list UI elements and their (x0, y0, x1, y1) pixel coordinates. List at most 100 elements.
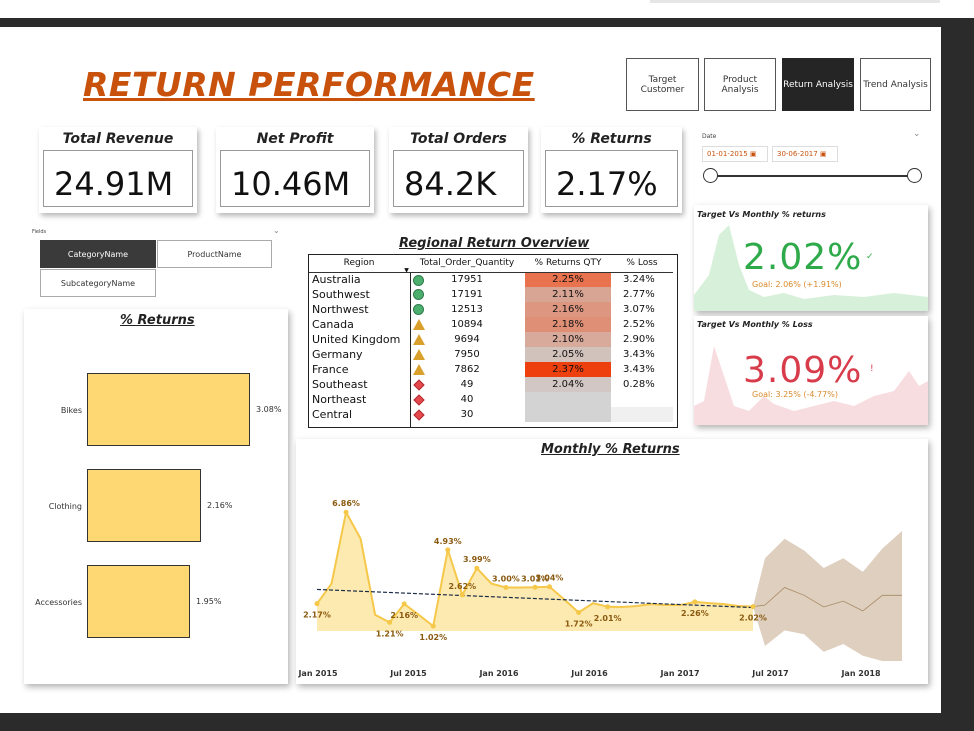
col-header-order-qty[interactable]: Total_Order_Quantity ▼ (404, 255, 525, 274)
x-tick-label: Jul 2016 (570, 669, 608, 678)
kpi-label: % Returns (571, 131, 652, 147)
order-qty-cell: 12513 (409, 302, 525, 317)
table-row[interactable]: Central 30 (309, 407, 673, 422)
panel-title: % Returns (120, 313, 195, 328)
data-label: 3.04% (536, 574, 564, 583)
bar-bikes[interactable] (87, 373, 250, 446)
data-label: 1.21% (376, 629, 404, 638)
returns-qty-cell: 2.18% (525, 317, 611, 332)
order-qty-value: 7862 (454, 364, 480, 375)
data-point (387, 619, 393, 625)
data-point (343, 509, 349, 515)
region-cell: Central (312, 408, 353, 421)
target-returns-value: 2.02% (743, 237, 863, 278)
order-qty-cell: 7862 (409, 362, 525, 377)
kpi-total-orders-card: Total Orders 84.2K (389, 127, 528, 213)
field-chip-productname[interactable]: ProductName (157, 240, 272, 268)
status-diamond-icon (413, 394, 425, 406)
target-returns-goal: Goal: 2.06% (+1.91%) (752, 280, 842, 289)
status-diamond-icon (413, 409, 425, 421)
order-qty-value: 7950 (454, 349, 480, 360)
data-label: 4.93% (434, 537, 462, 546)
table-row[interactable]: France 7862 2.37% 3.43% (309, 362, 673, 377)
order-qty-cell: 10894 (409, 317, 525, 332)
order-qty-value: 10894 (451, 319, 483, 330)
bar-value-label: 2.16% (207, 501, 233, 510)
data-label: 3.00% (492, 575, 520, 584)
nav-target-customer-button[interactable]: Target Customer (626, 58, 699, 111)
loss-cell: 2.77% (623, 289, 655, 300)
table-row[interactable]: Southeast 49 2.04% 0.28% (309, 377, 673, 392)
nav-trend-analysis-button[interactable]: Trend Analysis (860, 58, 931, 111)
chevron-down-icon[interactable]: ⌄ (273, 226, 280, 235)
col-header-region[interactable]: Region (309, 255, 409, 273)
target-returns-card: Target Vs Monthly % returns 2.02% ✓ Goal… (694, 205, 928, 311)
loss-cell: 3.43% (623, 364, 655, 375)
date-end-input[interactable]: 30-06-2017 ▣ (772, 146, 838, 162)
x-tick-label: Jan 2015 (297, 669, 338, 678)
order-qty-value: 9694 (454, 334, 480, 345)
kpi-net-profit-card: Net Profit 10.46M (216, 127, 374, 213)
kpi-returns-card: % Returns 2.17% (541, 127, 682, 213)
x-tick-label: Jul 2017 (751, 669, 788, 678)
table-row[interactable]: Northwest 12513 2.16% 3.07% (309, 302, 673, 317)
mini-card-title: Target Vs Monthly % returns (697, 210, 826, 219)
field-chip-subcategoryname[interactable]: SubcategoryName (40, 269, 156, 297)
region-cell: Southeast (312, 378, 368, 391)
order-qty-cell: 9694 (409, 332, 525, 347)
date-slider-end-handle[interactable] (907, 168, 922, 183)
table-row[interactable]: Germany 7950 2.05% 3.43% (309, 347, 673, 362)
table-row[interactable]: Northeast 40 (309, 392, 673, 407)
bar-value-label: 1.95% (196, 597, 222, 606)
region-cell: Southwest (312, 288, 370, 301)
fields-slicer-label: Fields (32, 229, 47, 235)
col-header-loss[interactable]: % Loss (611, 255, 673, 273)
date-start-input[interactable]: 01-01-2015 ▣ (702, 146, 768, 162)
page-title: RETURN PERFORMANCE (83, 65, 535, 104)
bar-accessories[interactable] (87, 565, 190, 638)
date-slider-start-handle[interactable] (703, 168, 718, 183)
order-qty-value: 40 (460, 394, 474, 405)
returns-qty-cell: 2.11% (525, 287, 611, 302)
nav-product-analysis-button[interactable]: Product Analysis (704, 58, 776, 111)
x-tick-label: Jan 2016 (478, 669, 519, 678)
nav-return-analysis-button[interactable]: Return Analysis (782, 58, 854, 111)
data-point (576, 609, 582, 615)
data-label: 2.17% (303, 611, 331, 620)
order-qty-value: 12513 (451, 304, 483, 315)
kpi-total-revenue-card: Total Revenue 24.91M (39, 127, 197, 213)
data-label: 3.99% (463, 555, 491, 564)
col-header-order-qty-label: Total_Order_Quantity (419, 258, 515, 269)
data-label: 1.02% (419, 633, 447, 642)
returns-qty-cell: 2.16% (525, 302, 611, 317)
status-diamond-icon (413, 379, 425, 391)
top-bar-field (650, 0, 940, 3)
returns-qty-cell: 2.04% (525, 377, 611, 392)
kpi-label: Net Profit (256, 131, 334, 147)
region-divider (410, 273, 411, 427)
date-end-value: 30-06-2017 (777, 150, 818, 158)
right-strip (941, 27, 974, 713)
status-triangle-icon (413, 364, 425, 375)
col-header-returns-qty[interactable]: % Returns QTY (525, 255, 611, 273)
table-row[interactable]: Southwest 17191 2.11% 2.77% (309, 287, 673, 302)
table-row[interactable]: Canada 10894 2.18% 2.52% (309, 317, 673, 332)
table-row[interactable]: United Kingdom 9694 2.10% 2.90% (309, 332, 673, 347)
bar-clothing[interactable] (87, 469, 201, 542)
calendar-icon: ▣ (749, 150, 757, 158)
kpi-label: Total Orders (410, 131, 507, 147)
returns-qty-cell (525, 407, 611, 422)
status-triangle-icon (413, 319, 425, 330)
returns-qty-cell: 2.37% (525, 362, 611, 377)
date-slider-track[interactable] (710, 175, 915, 177)
table-row[interactable]: Australia 17951 2.25% 3.24% (309, 272, 673, 287)
chevron-down-icon[interactable]: ⌄ (913, 129, 921, 139)
data-label: 6.86% (332, 499, 360, 508)
field-chip-categoryname[interactable]: CategoryName (40, 240, 156, 268)
date-start-value: 01-01-2015 (707, 150, 748, 158)
data-label: 2.01% (594, 614, 622, 623)
region-cell: Germany (312, 348, 363, 361)
x-tick-label: Jul 2015 (389, 669, 427, 678)
order-qty-value: 17191 (451, 289, 483, 300)
monthly-returns-chart[interactable]: 2.17% 6.86% 1.21% 2.16% 1.02% 4.93% 2.62% 3.99%… (296, 439, 928, 684)
